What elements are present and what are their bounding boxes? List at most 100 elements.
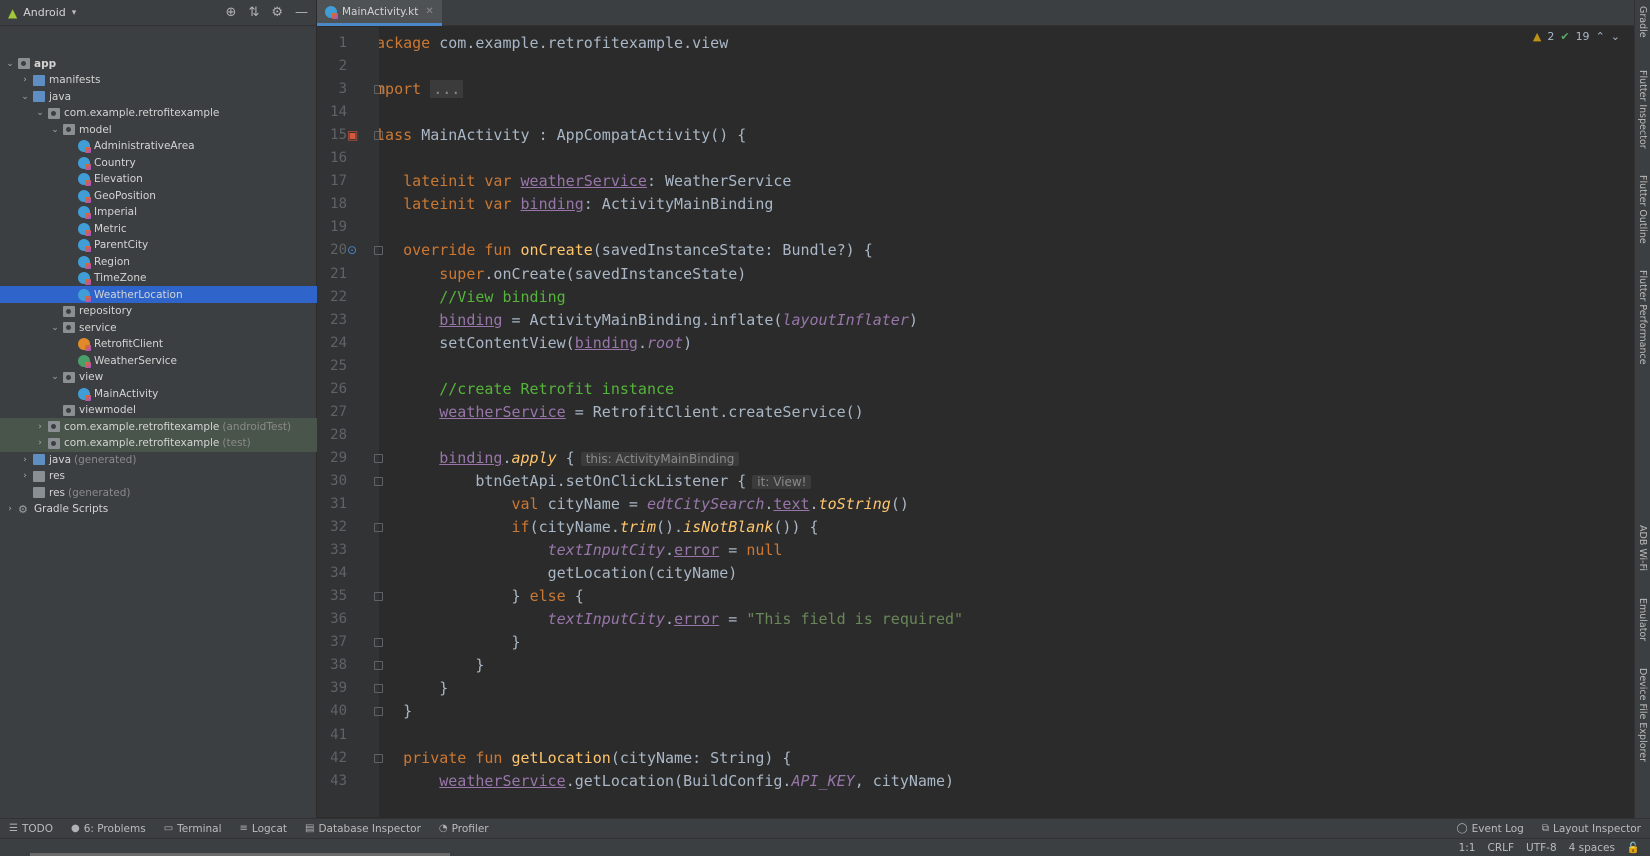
folded-imports[interactable]: ... bbox=[430, 80, 464, 99]
tree-item[interactable]: Region bbox=[0, 253, 317, 270]
tree-item[interactable]: GeoPosition bbox=[0, 187, 317, 204]
caret-position[interactable]: 1:1 bbox=[1459, 842, 1476, 854]
chevron-right-icon[interactable]: › bbox=[19, 471, 31, 481]
override-icon[interactable]: ⊙ bbox=[347, 243, 361, 257]
activity-icon[interactable]: ▣ bbox=[347, 128, 361, 142]
tree-item[interactable]: › ⚙ Gradle Scripts bbox=[0, 501, 317, 518]
line-number[interactable]: 36 bbox=[317, 607, 347, 631]
line-number[interactable]: 19 bbox=[317, 215, 347, 239]
tree-item[interactable]: TimeZone bbox=[0, 270, 317, 287]
tool-adb-wi-fi[interactable]: ADB Wi-Fi bbox=[1637, 525, 1648, 571]
tree-item[interactable]: ⌄ view bbox=[0, 369, 317, 386]
tree-item[interactable]: WeatherLocation bbox=[0, 286, 317, 303]
chevron-right-icon[interactable]: › bbox=[34, 422, 46, 432]
tree-item[interactable]: › com.example.retrofitexample (androidTest… bbox=[0, 418, 317, 435]
tree-item[interactable]: MainActivity bbox=[0, 385, 317, 402]
chevron-right-icon[interactable]: › bbox=[34, 438, 46, 448]
line-number[interactable]: 40 bbox=[317, 699, 347, 723]
chevron-right-icon[interactable]: › bbox=[19, 455, 31, 465]
line-number[interactable]: 14 bbox=[317, 100, 347, 124]
tool-device-file-explorer[interactable]: Device File Explorer bbox=[1637, 668, 1648, 762]
tool-flutter-inspector[interactable]: Flutter Inspector bbox=[1637, 70, 1648, 149]
line-number[interactable]: 1 bbox=[317, 31, 347, 55]
tree-item[interactable]: ⌄ java bbox=[0, 88, 317, 105]
line-number[interactable]: 34 bbox=[317, 561, 347, 585]
tool-gradle[interactable]: Gradle bbox=[1637, 6, 1648, 38]
collapse-all-icon[interactable]: ⇅ bbox=[248, 5, 259, 20]
tree-item[interactable]: ParentCity bbox=[0, 237, 317, 254]
line-number[interactable]: 29 bbox=[317, 446, 347, 470]
line-number[interactable]: 2 bbox=[317, 54, 347, 78]
tree-item[interactable]: › manifests bbox=[0, 72, 317, 89]
tool-window-layout-inspector[interactable]: ⧉ Layout Inspector bbox=[1533, 823, 1650, 835]
chevron-down-icon[interactable]: ⌄ bbox=[49, 372, 61, 382]
inspection-widget[interactable]: ▲ 2 ✔ 19 ⌃ ⌄ bbox=[1533, 30, 1620, 43]
hide-icon[interactable]: — bbox=[295, 5, 308, 20]
tool-window-logcat[interactable]: ≡ Logcat bbox=[231, 823, 296, 835]
line-number[interactable]: 28 bbox=[317, 423, 347, 447]
tool-emulator[interactable]: Emulator bbox=[1637, 598, 1648, 641]
tree-item[interactable]: AdministrativeArea bbox=[0, 138, 317, 155]
tree-item[interactable]: ⌄ service bbox=[0, 319, 317, 336]
code-area[interactable]: package com.example.retrofitexample.view… bbox=[379, 27, 1634, 817]
line-number[interactable]: 16 bbox=[317, 146, 347, 170]
tree-item[interactable]: repository bbox=[0, 303, 317, 320]
chevron-down-icon[interactable]: ⌄ bbox=[1611, 30, 1620, 43]
line-number[interactable]: 3 bbox=[317, 77, 347, 101]
gear-icon[interactable]: ⚙ bbox=[271, 5, 283, 20]
indent-setting[interactable]: 4 spaces bbox=[1569, 842, 1615, 854]
tree-item[interactable]: › java (generated) bbox=[0, 451, 317, 468]
lock-icon[interactable]: 🔓 bbox=[1627, 841, 1640, 854]
chevron-down-icon[interactable]: ⌄ bbox=[4, 59, 16, 69]
line-number[interactable]: 22 bbox=[317, 285, 347, 309]
chevron-down-icon[interactable]: ▾ bbox=[72, 8, 77, 18]
line-number[interactable]: 32 bbox=[317, 515, 347, 539]
tree-item[interactable]: Country bbox=[0, 154, 317, 171]
line-number[interactable]: 18 bbox=[317, 192, 347, 216]
line-number[interactable]: 35 bbox=[317, 584, 347, 608]
line-number[interactable]: 27 bbox=[317, 400, 347, 424]
line-number[interactable]: 33 bbox=[317, 538, 347, 562]
chevron-right-icon[interactable]: › bbox=[19, 75, 31, 85]
line-number[interactable]: 31 bbox=[317, 492, 347, 516]
tool-window-todo[interactable]: ☰ TODO bbox=[0, 823, 62, 835]
tree-item[interactable]: WeatherService bbox=[0, 352, 317, 369]
line-number[interactable]: 17 bbox=[317, 169, 347, 193]
chevron-down-icon[interactable]: ⌄ bbox=[19, 92, 31, 102]
line-number[interactable]: 43 bbox=[317, 769, 347, 793]
tree-item[interactable]: Elevation bbox=[0, 171, 317, 188]
line-number[interactable]: 25 bbox=[317, 354, 347, 378]
tree-item[interactable]: ⌄ com.example.retrofitexample bbox=[0, 105, 317, 122]
line-number[interactable]: 24 bbox=[317, 331, 347, 355]
line-number[interactable]: 23 bbox=[317, 308, 347, 332]
tree-item[interactable]: viewmodel bbox=[0, 402, 317, 419]
line-number[interactable]: 20 bbox=[317, 238, 347, 262]
locate-icon[interactable]: ⊕ bbox=[226, 5, 237, 20]
line-number[interactable]: 42 bbox=[317, 746, 347, 770]
line-number[interactable]: 41 bbox=[317, 723, 347, 747]
line-separator[interactable]: CRLF bbox=[1487, 842, 1514, 854]
tool-window-6-problems[interactable]: ● 6: Problems bbox=[62, 823, 155, 835]
chevron-down-icon[interactable]: ⌄ bbox=[49, 323, 61, 333]
tool-flutter-outline[interactable]: Flutter Outline bbox=[1637, 175, 1648, 244]
tree-item[interactable]: › com.example.retrofitexample (test) bbox=[0, 434, 317, 452]
tree-item[interactable]: Metric bbox=[0, 220, 317, 237]
tool-window-profiler[interactable]: ◔ Profiler bbox=[430, 823, 498, 835]
line-number[interactable]: 37 bbox=[317, 630, 347, 654]
line-number[interactable]: 15 bbox=[317, 123, 347, 147]
tree-item[interactable]: ⌄ model bbox=[0, 121, 317, 138]
line-number[interactable]: 38 bbox=[317, 653, 347, 677]
tool-window-event-log[interactable]: ◯ Event Log bbox=[1447, 823, 1532, 835]
tab-mainactivity[interactable]: MainActivity.kt ✕ bbox=[317, 0, 442, 26]
chevron-right-icon[interactable]: › bbox=[4, 504, 16, 514]
tree-item[interactable]: res (generated) bbox=[0, 484, 317, 501]
tree-item[interactable]: ⌄ app bbox=[0, 55, 317, 72]
chevron-down-icon[interactable]: ⌄ bbox=[49, 125, 61, 135]
tree-item[interactable]: Imperial bbox=[0, 204, 317, 221]
line-number[interactable]: 39 bbox=[317, 676, 347, 700]
chevron-down-icon[interactable]: ⌄ bbox=[34, 108, 46, 118]
tree-item[interactable]: RetrofitClient bbox=[0, 336, 317, 353]
chevron-up-icon[interactable]: ⌃ bbox=[1596, 30, 1605, 43]
line-number[interactable]: 26 bbox=[317, 377, 347, 401]
project-view-selector[interactable]: Android bbox=[23, 6, 66, 19]
